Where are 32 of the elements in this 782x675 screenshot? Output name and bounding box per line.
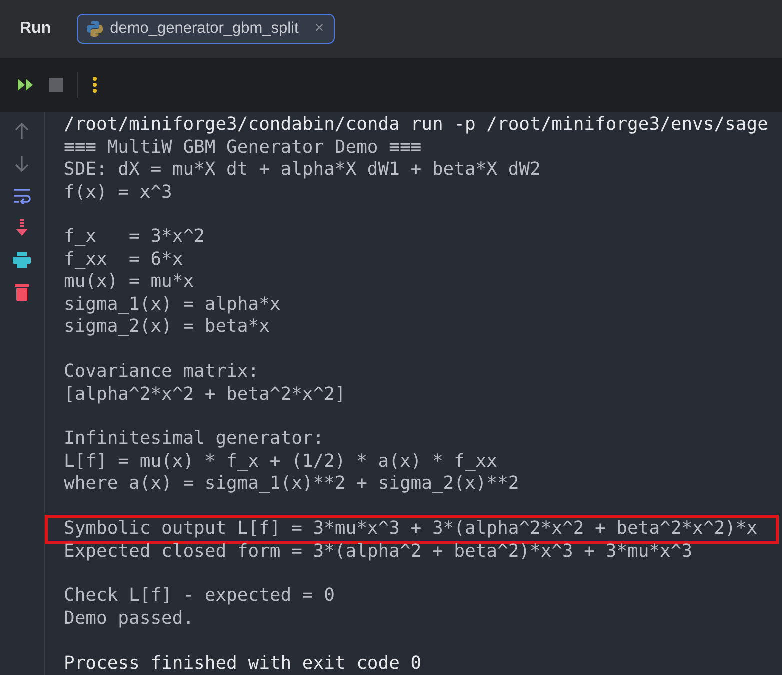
console-line: Expected closed form = 3*(alpha^2 + beta^2)*x^3 + 3*mu*x^3 <box>64 540 694 563</box>
down-arrow-icon[interactable] <box>14 155 30 173</box>
console-line: [alpha^2*x^2 + beta^2*x^2] <box>64 384 347 406</box>
console-line: Process finished with exit code 0 <box>64 652 423 675</box>
console-line: /root/miniforge3/condabin/conda run -p /root/miniforge3/envs/sage <box>64 114 770 136</box>
console-line: where a(x) = sigma_1(x)**2 + sigma_2(x)**2 <box>64 473 520 496</box>
console-line: f_x = 3*x^2 <box>64 226 206 249</box>
highlighted-console-line: Symbolic output L[f] = 3*mu*x^3 + 3*(alpha^2*x^2 + beta^2*x^2)*x <box>48 518 776 540</box>
console-line: Covariance matrix: <box>64 361 260 384</box>
console-line: f(x) = x^3 <box>64 182 174 204</box>
soft-wrap-icon[interactable] <box>13 188 31 204</box>
console-line: Check L[f] - expected = 0 <box>64 585 336 608</box>
panel-title: Run <box>20 20 52 38</box>
console-line: sigma_2(x) = beta*x <box>64 316 271 339</box>
rerun-icon[interactable] <box>17 78 35 92</box>
close-icon[interactable]: × <box>314 20 324 38</box>
console-line: ≡≡≡ MultiW GBM Generator Demo ≡≡≡ <box>64 136 423 159</box>
console-line: sigma_1(x) = alpha*x <box>64 294 282 316</box>
run-tab[interactable]: demo_generator_gbm_split × <box>77 14 336 44</box>
console-line: mu(x) = mu*x <box>64 271 196 294</box>
console-line: Infinitesimal generator: <box>64 428 326 451</box>
trash-icon[interactable] <box>15 283 29 301</box>
scroll-to-end-icon[interactable] <box>15 219 29 237</box>
tab-label: demo_generator_gbm_split <box>110 20 299 38</box>
console-line: SDE: dX = mu*X dt + alpha*X dW1 + beta*X dW2 <box>64 159 542 182</box>
console-line: L[f] = mu(x) * f_x + (1/2) * a(x) * f_xx <box>64 450 498 474</box>
up-arrow-icon[interactable] <box>14 122 30 140</box>
python-icon <box>86 20 104 38</box>
console-line: Demo passed. <box>64 608 196 630</box>
console-line: f_xx = 6*x <box>64 248 184 272</box>
more-icon[interactable] <box>92 76 98 94</box>
print-icon[interactable] <box>13 252 31 268</box>
